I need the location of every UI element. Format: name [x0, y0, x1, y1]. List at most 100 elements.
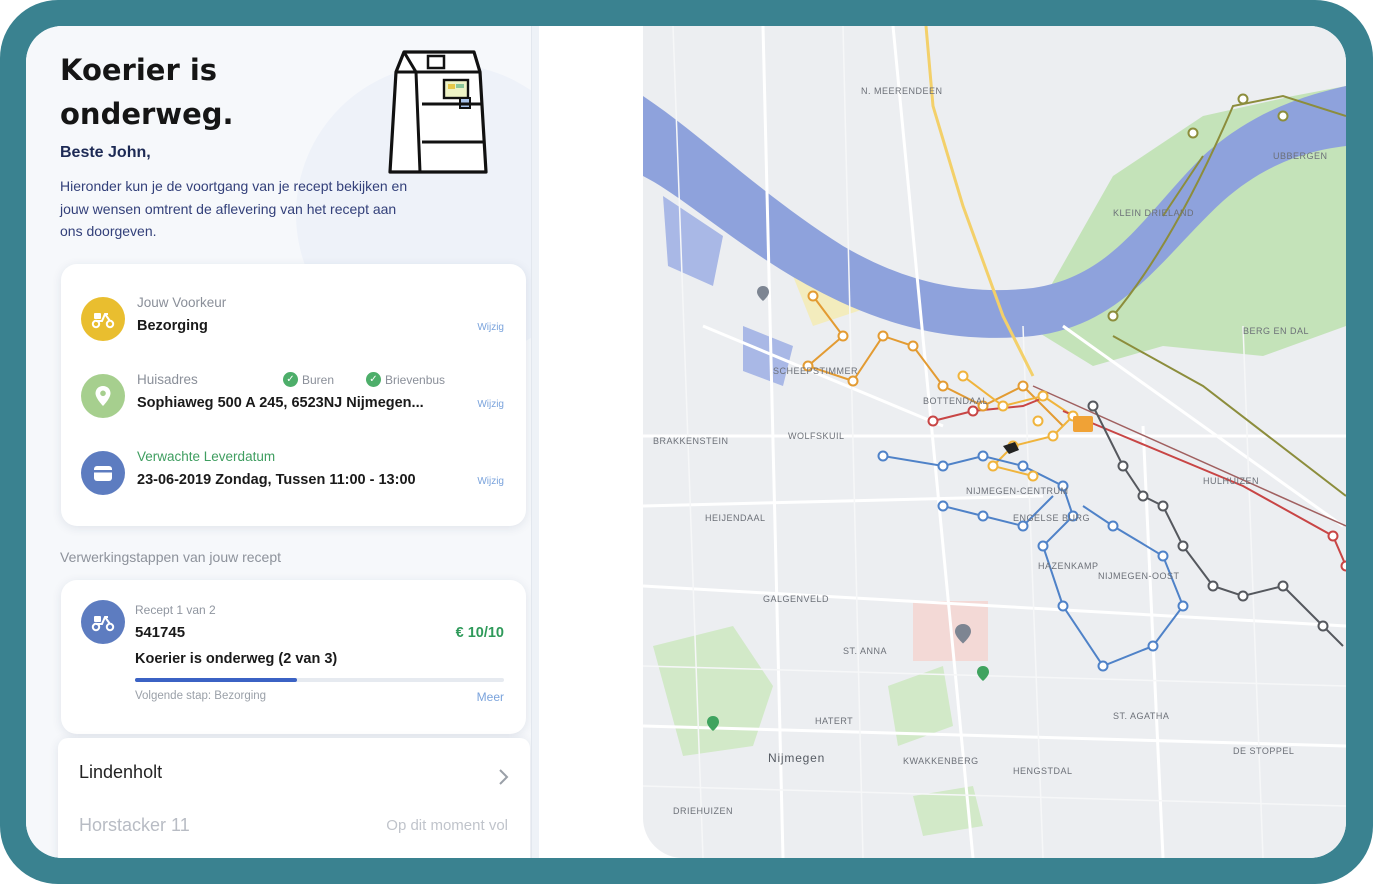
route-stop-marker[interactable]: [937, 460, 949, 472]
route-stop-marker[interactable]: [1107, 520, 1119, 532]
route-stop-marker[interactable]: [1057, 600, 1069, 612]
location-name: Lindenholt: [79, 762, 163, 782]
route-stop-marker[interactable]: [1187, 127, 1199, 139]
steps-section-label: Verwerkingstappen van jouw recept: [60, 549, 282, 565]
route-stop-marker[interactable]: [1327, 530, 1339, 542]
park-area: [653, 626, 773, 756]
route-stop-marker[interactable]: [937, 380, 949, 392]
route-stop-marker[interactable]: [877, 450, 889, 462]
map-label: HEIJENDAAL: [705, 513, 766, 523]
option-buren-label: Buren: [302, 372, 335, 387]
route-stop-marker[interactable]: [1047, 430, 1059, 442]
route-stop-marker[interactable]: [967, 405, 979, 417]
route-stop-marker[interactable]: [1097, 660, 1109, 672]
route-stop-marker[interactable]: [1147, 640, 1159, 652]
water-area: [743, 326, 793, 386]
route-stop-marker[interactable]: [1277, 580, 1289, 592]
route-stop-marker[interactable]: [1087, 400, 1099, 412]
edit-address-link[interactable]: Wijzig: [477, 399, 504, 410]
route-stop-marker[interactable]: [877, 330, 889, 342]
delivery-preference-value: Bezorging: [137, 318, 208, 334]
map-label: ST. ANNA: [843, 646, 888, 656]
route-stop-marker[interactable]: [997, 400, 1009, 412]
delivery-routes-map[interactable]: N. MEERENDEEN Nijmegen BOTTENDAAL HAZENK…: [643, 26, 1346, 858]
calendar-icon: [81, 451, 125, 495]
edit-delivery-link[interactable]: Wijzig: [477, 322, 504, 333]
map-label: DE STOPPEL: [1233, 746, 1295, 756]
greeting: Beste John,: [60, 144, 151, 161]
preferences-card: Jouw Voorkeur Bezorging Wijzig Huisadres…: [61, 264, 526, 526]
route-stop-marker[interactable]: [1017, 380, 1029, 392]
intro-text: Hieronder kun je de voortgang van je rec…: [60, 178, 408, 239]
map-label: WOLFSKUIL: [788, 431, 845, 441]
route-stop-marker[interactable]: [927, 415, 939, 427]
route-stop-marker[interactable]: [1237, 93, 1249, 105]
delivery-date-row[interactable]: Verwachte Leverdatum 23-06-2019 Zondag, …: [61, 442, 526, 502]
map-label: NIJMEGEN-OOST: [1098, 571, 1180, 581]
route-stop-marker[interactable]: [957, 370, 969, 382]
map-label: KLEIN DRIELAND: [1113, 208, 1195, 218]
map-label: HULHUIZEN: [1203, 476, 1260, 486]
route-stop-marker[interactable]: [977, 510, 989, 522]
page-title: Koerier is onderweg.: [60, 53, 234, 131]
location-status: Op dit moment vol: [386, 817, 508, 834]
route-stop-marker[interactable]: [1177, 540, 1189, 552]
route-stop-marker[interactable]: [1032, 415, 1044, 427]
route-stop-marker[interactable]: [1017, 460, 1029, 472]
map-label: NIJMEGEN-CENTRUM: [966, 486, 1069, 496]
edit-date-link[interactable]: Wijzig: [477, 476, 504, 487]
route-gray: [1092, 405, 1344, 647]
route-stop-marker[interactable]: [977, 450, 989, 462]
recipe-number: 541745: [135, 624, 186, 641]
route-stop-marker[interactable]: [1157, 550, 1169, 562]
railway: [1032, 385, 1346, 527]
map-label: ST. AGATHA: [1113, 711, 1170, 721]
route-stop-marker[interactable]: [807, 290, 819, 302]
route-stop-marker[interactable]: [1027, 470, 1039, 482]
map-label: Nijmegen: [768, 751, 826, 765]
map-label: UBBERGEN: [1273, 151, 1328, 161]
chevron-right-icon[interactable]: [496, 764, 512, 790]
route-stop-marker[interactable]: [1317, 620, 1329, 632]
location-address: Horstacker 11: [79, 815, 190, 835]
check-icon: ✓: [283, 372, 298, 387]
route-stop-marker[interactable]: [1277, 110, 1289, 122]
map-label: DRIEHUIZEN: [673, 806, 734, 816]
map-label: BRAKKENSTEIN: [653, 436, 729, 446]
recipe-price: € 10/10: [455, 625, 504, 641]
location-pin-icon: [81, 374, 125, 418]
next-step-text: Volgende stap: Bezorging: [135, 690, 267, 702]
panel-divider: [531, 26, 539, 858]
route-stop-marker[interactable]: [1340, 560, 1347, 572]
recipe-card[interactable]: Recept 1 van 2 541745 € 10/10 Koerier is…: [61, 580, 526, 734]
map-label: HATERT: [815, 716, 854, 726]
scooter-icon: [81, 297, 125, 341]
route-stop-marker[interactable]: [907, 340, 919, 352]
route-stop-marker[interactable]: [1177, 600, 1189, 612]
address-label: Huisadres: [137, 372, 198, 387]
pickup-location-card[interactable]: Lindenholt Horstacker 11 Op dit moment v…: [58, 738, 530, 858]
pharmacy-marker: [1073, 416, 1093, 432]
route-stop-marker[interactable]: [837, 330, 849, 342]
address-row[interactable]: Huisadres ✓ Buren ✓ Brievenbus Sophiaweg…: [61, 365, 526, 425]
recipe-progress-bar: [135, 678, 504, 682]
route-stop-marker[interactable]: [1037, 390, 1049, 402]
option-brievenbus[interactable]: ✓ Brievenbus: [366, 372, 445, 387]
recipe-count: Recept 1 van 2: [135, 603, 216, 617]
route-stop-marker[interactable]: [1107, 310, 1119, 322]
route-stop-marker[interactable]: [1157, 500, 1169, 512]
route-stop-marker[interactable]: [1137, 490, 1149, 502]
route-stop-marker[interactable]: [1117, 460, 1129, 472]
more-link[interactable]: Meer: [477, 690, 504, 704]
route-stop-marker[interactable]: [1037, 540, 1049, 552]
route-stop-marker[interactable]: [987, 460, 999, 472]
option-buren[interactable]: ✓ Buren: [283, 372, 334, 387]
delivery-preference-row[interactable]: Jouw Voorkeur Bezorging Wijzig: [61, 288, 526, 348]
route-stop-marker[interactable]: [1237, 590, 1249, 602]
route-stop-marker[interactable]: [1207, 580, 1219, 592]
delivery-date-value: 23-06-2019 Zondag, Tussen 11:00 - 13:00: [137, 472, 416, 488]
recipe-status: Koerier is onderweg (2 van 3): [135, 651, 338, 667]
route-stop-marker[interactable]: [847, 375, 859, 387]
route-stop-marker[interactable]: [937, 500, 949, 512]
map-pin-icon: [757, 286, 769, 301]
